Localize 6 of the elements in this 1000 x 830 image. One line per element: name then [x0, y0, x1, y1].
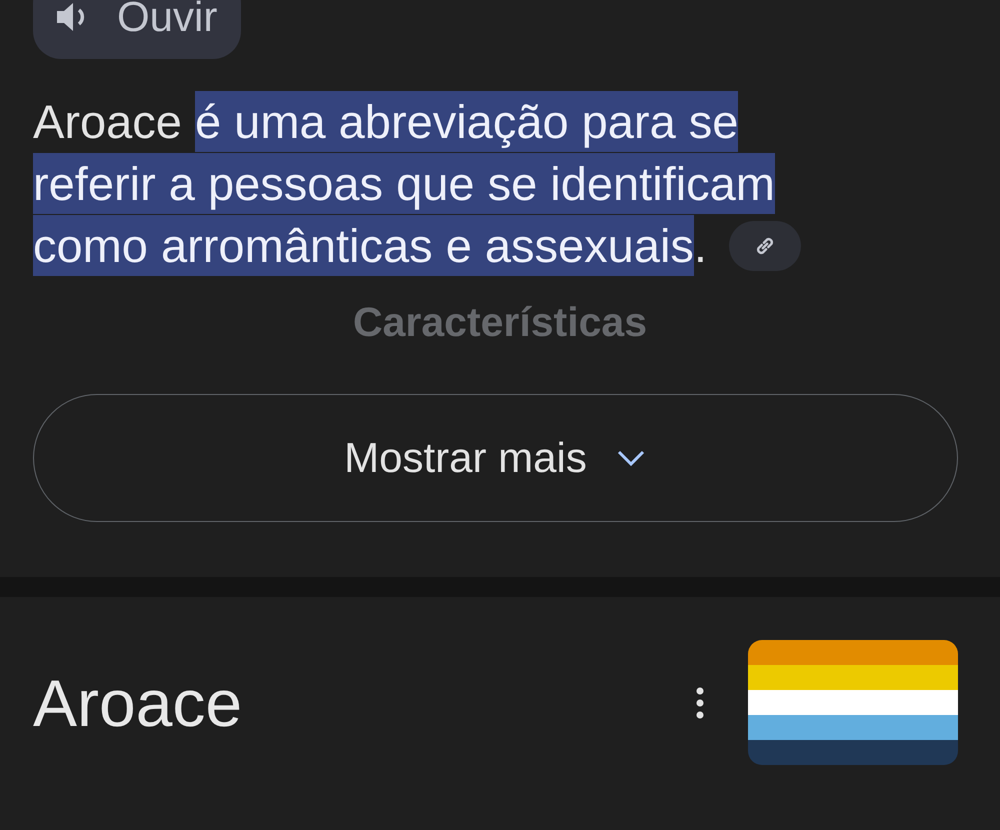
- more-options-icon[interactable]: [696, 686, 704, 718]
- section-heading: Características: [352, 299, 648, 346]
- listen-button[interactable]: Ouvir: [33, 0, 242, 59]
- link-button[interactable]: [728, 220, 801, 270]
- entity-title: Aroace: [33, 664, 244, 740]
- show-more-button[interactable]: Mostrar mais: [33, 394, 958, 522]
